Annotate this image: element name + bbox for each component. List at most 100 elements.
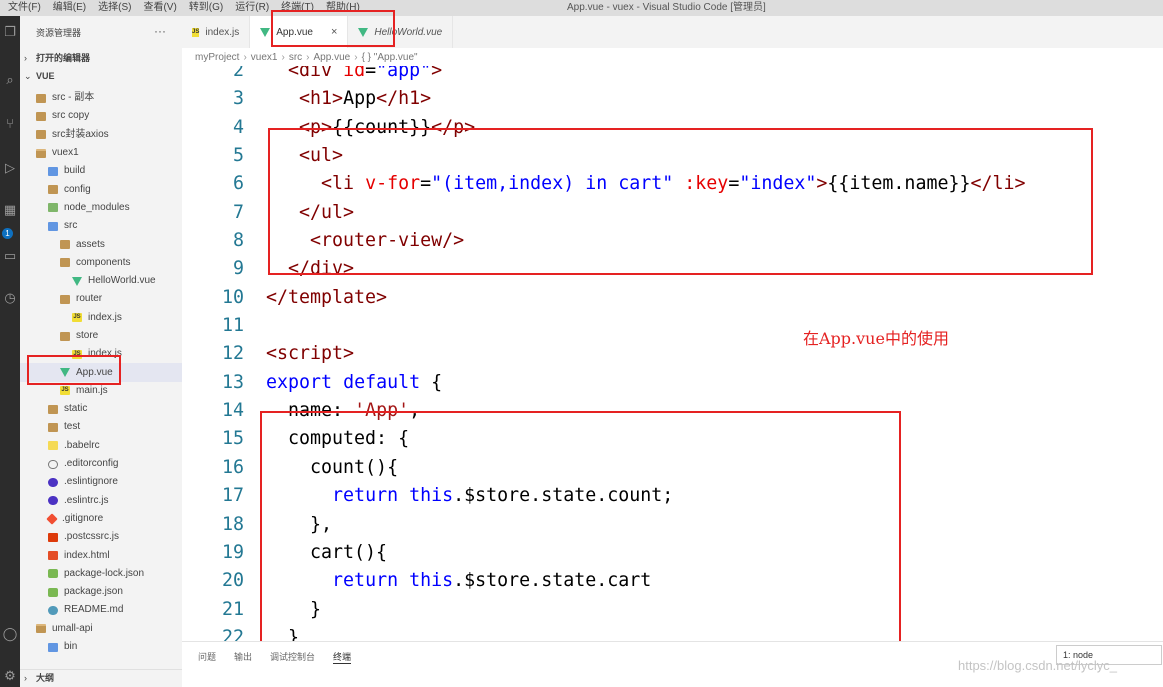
file-tree-item[interactable]: src封装axios xyxy=(20,126,182,144)
file-tree-item[interactable]: .gitignore xyxy=(20,510,182,528)
chevron-down-icon: ⌄ xyxy=(24,71,32,81)
code-text: <div id="app"> xyxy=(288,66,443,81)
file-tree-item[interactable]: src xyxy=(20,217,182,235)
code-line: 11 xyxy=(182,312,1163,340)
workspace-section[interactable]: ⌄ VUE xyxy=(20,68,182,84)
timeline-icon[interactable]: ◷ xyxy=(2,290,18,306)
folder-green-icon xyxy=(48,203,58,213)
source-control-icon[interactable]: ⑂ xyxy=(2,116,18,132)
explorer-icon[interactable]: ❐ xyxy=(2,24,18,40)
file-tree-item[interactable]: .eslintignore xyxy=(20,473,182,491)
file-tree-item[interactable]: store xyxy=(20,327,182,345)
gear-icon xyxy=(48,459,58,469)
folder-blue-icon xyxy=(48,166,58,176)
file-tree-item[interactable]: assets xyxy=(20,235,182,253)
file-tree-item[interactable]: router xyxy=(20,290,182,308)
settings-gear-icon[interactable]: ⚙ xyxy=(2,668,18,684)
editor-tab[interactable]: JS index.js xyxy=(182,16,251,48)
file-tree-label: .gitignore xyxy=(62,512,104,524)
menu-item[interactable]: 运行(R) xyxy=(229,0,275,16)
file-tree-item[interactable]: src - 副本 xyxy=(20,89,182,107)
line-number: 19 xyxy=(221,541,244,563)
file-tree-item[interactable]: JS index.js xyxy=(20,309,182,327)
breadcrumb-item[interactable]: vuex1 xyxy=(251,52,278,63)
highlight-box-computed xyxy=(260,411,901,654)
menu-item[interactable]: 选择(S) xyxy=(92,0,137,16)
menu-item[interactable]: 转到(G) xyxy=(183,0,229,16)
title-bar: 文件(F) 编辑(E) 选择(S) 查看(V) 转到(G) 运行(R) 终端(T) 帮助(H)… xyxy=(0,0,1163,16)
file-tree-item[interactable]: package-lock.json xyxy=(20,565,182,583)
line-number: 16 xyxy=(221,456,244,478)
explorer-header: 资源管理器 ··· xyxy=(20,16,182,48)
breadcrumb-item[interactable]: App.vue xyxy=(314,52,351,63)
file-tree-item[interactable]: .eslintrc.js xyxy=(20,492,182,510)
folder-icon xyxy=(60,258,70,268)
line-number: 18 xyxy=(221,513,244,535)
folder-blue-icon xyxy=(48,221,58,231)
explorer-title: 资源管理器 xyxy=(36,27,82,38)
file-tree-item[interactable]: build xyxy=(20,162,182,180)
file-tree-label: .postcssrc.js xyxy=(64,531,120,543)
file-tree-item[interactable]: vuex1 xyxy=(20,144,182,162)
breadcrumb-item[interactable]: src xyxy=(289,52,302,63)
chevron-right-icon: › xyxy=(24,53,27,63)
panel-tab[interactable]: 调试控制台 xyxy=(270,650,315,664)
file-tree-label: store xyxy=(76,330,99,341)
file-tree-item[interactable]: .babelrc xyxy=(20,437,182,455)
outline-section[interactable]: › 大纲 xyxy=(20,669,182,685)
highlight-box-active-tab xyxy=(271,10,395,47)
line-number: 17 xyxy=(221,485,244,507)
file-tree-item[interactable]: umall-api xyxy=(20,620,182,638)
file-tree-item[interactable]: components xyxy=(20,254,182,272)
eslint-icon xyxy=(48,496,58,506)
highlight-box-template xyxy=(268,128,1093,275)
menu-item[interactable]: 文件(F) xyxy=(2,0,47,16)
folder-icon xyxy=(60,331,70,341)
extensions-icon[interactable]: ▦ xyxy=(2,202,18,218)
file-tree-item[interactable]: src copy xyxy=(20,107,182,125)
line-number: 5 xyxy=(232,145,244,167)
remote-explorer-icon[interactable]: ▭ xyxy=(2,248,18,264)
folder-icon xyxy=(36,111,46,121)
open-editors-section[interactable]: › 打开的编辑器 xyxy=(20,50,182,66)
file-tree-item[interactable]: .postcssrc.js xyxy=(20,528,182,546)
panel-tab[interactable]: 输出 xyxy=(234,650,252,664)
file-tree-item[interactable]: static xyxy=(20,400,182,418)
vue-icon xyxy=(260,27,271,37)
file-tree-item[interactable]: package.json xyxy=(20,583,182,601)
chevron-right-icon: › xyxy=(24,673,27,683)
file-tree-item[interactable]: node_modules xyxy=(20,199,182,217)
line-number: 22 xyxy=(221,626,244,641)
file-tree-item[interactable]: README.md xyxy=(20,601,182,619)
panel-tab[interactable]: 终端 xyxy=(333,650,352,664)
file-tree-label: .eslintignore xyxy=(64,476,118,488)
account-icon[interactable]: ◯ xyxy=(2,626,18,642)
breadcrumb-separator: › xyxy=(281,51,285,63)
panel-tab[interactable]: 问题 xyxy=(198,650,216,664)
file-tree-item[interactable]: index.html xyxy=(20,546,182,564)
file-tree-label: .editorconfig xyxy=(64,458,119,470)
file-tree-item[interactable]: HelloWorld.vue xyxy=(20,272,182,290)
breadcrumb-separator: › xyxy=(243,51,247,63)
code-line: 12 <script> xyxy=(182,340,1163,368)
code-text: <h1>App</h1> xyxy=(299,88,432,110)
file-tree-item[interactable]: .editorconfig xyxy=(20,455,182,473)
line-number: 13 xyxy=(221,371,244,393)
file-tree-item[interactable]: config xyxy=(20,180,182,198)
folder-icon xyxy=(48,185,58,195)
extensions-badge: 1 xyxy=(2,228,13,239)
search-icon[interactable]: ⌕ xyxy=(2,72,18,88)
more-actions-icon[interactable]: ··· xyxy=(154,24,166,38)
run-debug-icon[interactable]: ▷ xyxy=(2,160,18,176)
file-tree-label: index.html xyxy=(64,549,110,561)
menu-item[interactable]: 编辑(E) xyxy=(47,0,92,16)
file-tree-item[interactable]: test xyxy=(20,418,182,436)
breadcrumb-item[interactable]: { } "App.vue" xyxy=(362,52,418,63)
menu-item[interactable]: 查看(V) xyxy=(137,0,182,16)
file-tree-item[interactable]: bin xyxy=(20,638,182,656)
line-number: 3 xyxy=(232,88,244,110)
line-number: 2 xyxy=(232,66,244,81)
breadcrumb-item[interactable]: myProject xyxy=(195,52,239,63)
code-line: 10 </template> xyxy=(182,284,1163,312)
window-title: App.vue - vuex - Visual Studio Code [管理员… xyxy=(567,2,766,13)
